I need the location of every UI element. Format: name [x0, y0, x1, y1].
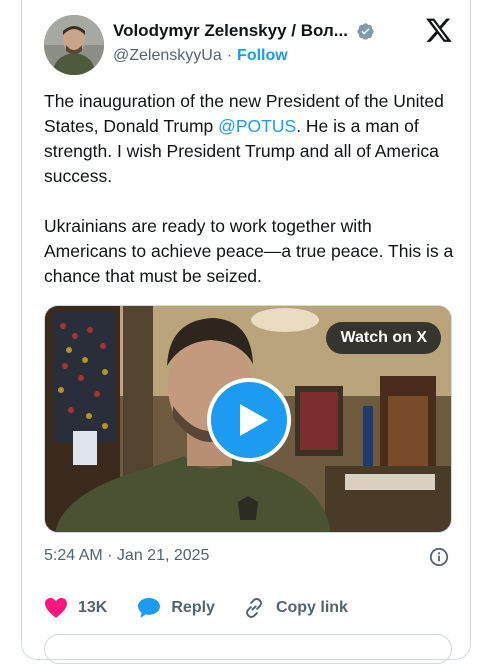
video-media[interactable]: Watch on X [44, 305, 452, 533]
mention-link[interactable]: @POTUS [218, 116, 296, 136]
like-button[interactable]: 13K [44, 597, 107, 619]
watch-on-x-button[interactable]: Watch on X [326, 322, 441, 354]
info-icon[interactable] [429, 547, 449, 567]
tweet-paragraph-2: Ukrainians are ready to work together wi… [44, 216, 454, 286]
copy-link-button[interactable]: Copy link [242, 596, 348, 620]
tweet-card: Volodymyr Zelenskyy / Вол... @ZelenskyyU… [21, 0, 471, 664]
author-handle-row: @ZelenskyyUa · Follow [113, 47, 288, 65]
copy-link-label: Copy link [275, 599, 348, 616]
handle-separator: · [226, 47, 233, 64]
reply-button[interactable]: Reply [137, 597, 215, 619]
heart-icon [45, 598, 67, 618]
avatar-image [44, 15, 104, 75]
play-icon [240, 404, 268, 436]
author-handle[interactable]: @ZelenskyyUa [113, 47, 222, 64]
tweet-paragraph-1: The inauguration of the new President of… [44, 89, 454, 189]
read-replies-button[interactable] [44, 634, 452, 664]
like-count: 13K [78, 599, 108, 616]
reply-label: Reply [171, 599, 215, 616]
link-icon [245, 598, 262, 618]
verified-badge-icon [356, 22, 375, 41]
author-display-name[interactable]: Volodymyr Zelenskyy / Вол... [113, 21, 348, 41]
author-name-row: Volodymyr Zelenskyy / Вол... [113, 21, 375, 41]
tweet-text: The inauguration of the new President of… [44, 89, 454, 314]
reply-bubble-icon [138, 598, 161, 618]
follow-button[interactable]: Follow [237, 47, 288, 64]
x-logo-icon[interactable] [425, 16, 453, 44]
action-bar: 13K Reply Copy link [44, 596, 348, 620]
tweet-timestamp[interactable]: 5:24 AM · Jan 21, 2025 [44, 547, 209, 565]
play-button[interactable] [207, 378, 291, 462]
avatar[interactable] [44, 15, 104, 75]
